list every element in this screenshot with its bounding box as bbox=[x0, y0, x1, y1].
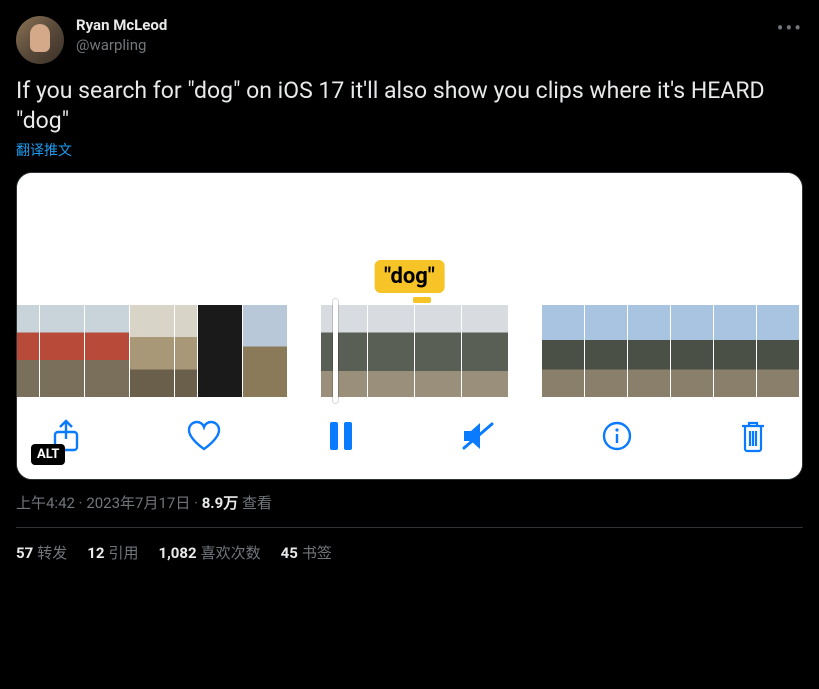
thumbnail bbox=[542, 305, 584, 397]
thumbnail bbox=[85, 305, 129, 397]
thumbnail bbox=[243, 305, 287, 397]
tweet-text: If you search for "dog" on iOS 17 it'll … bbox=[16, 76, 803, 136]
playhead[interactable] bbox=[333, 299, 338, 403]
thumbnail bbox=[175, 305, 197, 397]
user-info[interactable]: Ryan McLeod @warpling bbox=[76, 16, 167, 55]
views-count: 8.9万 bbox=[202, 494, 239, 512]
clip-group-active[interactable] bbox=[321, 305, 508, 397]
quotes-stat[interactable]: 12引用 bbox=[87, 542, 138, 563]
tweet-date[interactable]: 2023年7月17日 bbox=[86, 494, 190, 512]
retweets-stat[interactable]: 57转发 bbox=[16, 542, 67, 563]
thumbnail bbox=[17, 305, 39, 397]
tweet-header: Ryan McLeod @warpling ••• bbox=[16, 16, 803, 64]
alt-badge[interactable]: ALT bbox=[31, 444, 65, 465]
thumbnail bbox=[198, 305, 242, 397]
clip-group[interactable] bbox=[542, 305, 799, 397]
trash-icon[interactable] bbox=[738, 419, 768, 453]
translate-link[interactable]: 翻译推文 bbox=[16, 140, 72, 160]
thumbnail bbox=[415, 305, 461, 397]
thumbnail bbox=[462, 305, 508, 397]
user-handle: @warpling bbox=[76, 36, 167, 56]
video-timeline[interactable] bbox=[17, 305, 802, 397]
thumbnail bbox=[757, 305, 799, 397]
divider bbox=[16, 527, 803, 528]
thumbnail bbox=[368, 305, 414, 397]
tweet-time[interactable]: 上午4:42 bbox=[16, 494, 75, 512]
thumbnail bbox=[130, 305, 174, 397]
clip-group[interactable] bbox=[17, 305, 287, 397]
tweet-meta: 上午4:42 · 2023年7月17日 · 8.9万 查看 bbox=[16, 492, 803, 513]
thumbnail bbox=[40, 305, 84, 397]
mute-icon[interactable] bbox=[460, 420, 496, 452]
thumbnail bbox=[585, 305, 627, 397]
media-toolbar bbox=[17, 397, 802, 479]
tweet-stats: 57转发 12引用 1,082喜欢次数 45书签 bbox=[16, 542, 803, 563]
more-options-icon[interactable]: ••• bbox=[777, 16, 803, 40]
likes-stat[interactable]: 1,082喜欢次数 bbox=[158, 542, 260, 563]
media-preview-top: "dog" bbox=[17, 173, 802, 305]
caption-bubble: "dog" bbox=[374, 260, 445, 293]
thumbnail bbox=[714, 305, 756, 397]
caption-marker bbox=[413, 297, 431, 303]
thumbnail bbox=[321, 305, 367, 397]
display-name: Ryan McLeod bbox=[76, 16, 167, 36]
tweet-container: Ryan McLeod @warpling ••• If you search … bbox=[0, 0, 819, 579]
avatar[interactable] bbox=[16, 16, 64, 64]
views-label: 查看 bbox=[242, 494, 272, 512]
info-icon[interactable] bbox=[601, 420, 633, 452]
media-attachment[interactable]: "dog" bbox=[16, 172, 803, 480]
bookmarks-stat[interactable]: 45书签 bbox=[281, 542, 332, 563]
pause-icon[interactable] bbox=[327, 420, 355, 452]
thumbnail bbox=[671, 305, 713, 397]
heart-icon[interactable] bbox=[186, 420, 222, 452]
thumbnail bbox=[628, 305, 670, 397]
